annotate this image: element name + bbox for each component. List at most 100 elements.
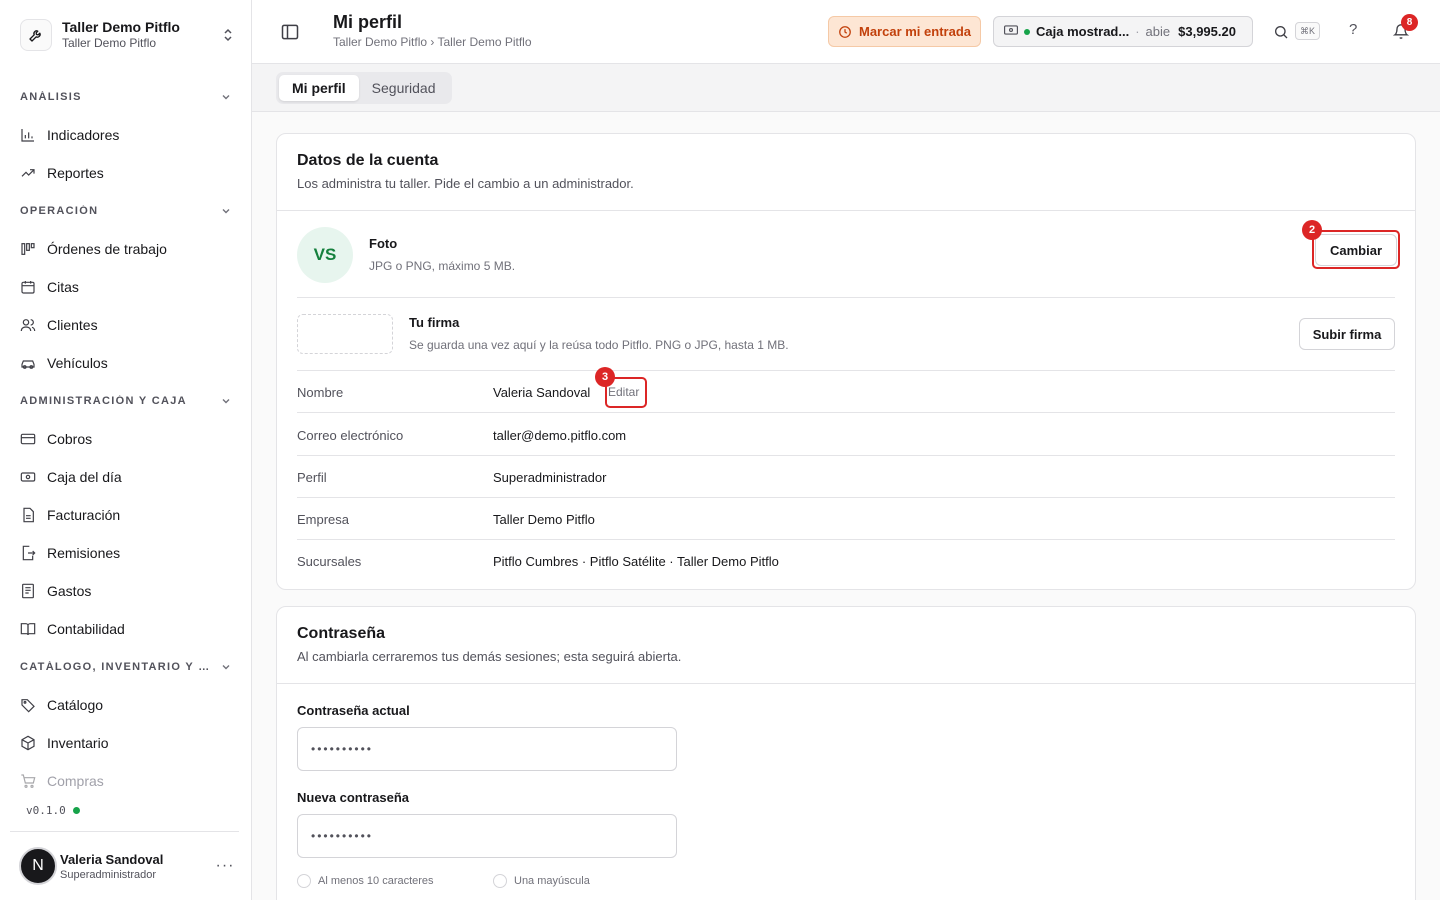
search-shortcut: ⌘K: [1295, 22, 1321, 40]
section-operacion[interactable]: OPERACIÓN: [0, 192, 251, 230]
sidebar: Taller Demo Pitflo Taller Demo Pitflo AN…: [0, 0, 252, 900]
field-label: Sucursales: [297, 554, 362, 569]
breadcrumb: Taller Demo Pitflo › Taller Demo Pitflo: [333, 35, 532, 49]
rule-text: Al menos 10 caracteres: [318, 875, 434, 887]
sidebar-item-label: Contabilidad: [47, 621, 125, 637]
sidebar-item-label: Caja del día: [47, 469, 122, 485]
field-row-correo: Correo electrónico taller@demo.pitflo.co…: [297, 414, 1395, 456]
credit-card-icon: [20, 431, 36, 447]
sidebar-item-ordenes[interactable]: Órdenes de trabajo: [0, 230, 251, 268]
receipt-icon: [20, 583, 36, 599]
clock-in-button[interactable]: Marcar mi entrada: [828, 16, 981, 47]
sidebar-item-caja[interactable]: Caja del día: [0, 458, 251, 496]
account-title: Datos de la cuenta: [297, 152, 439, 169]
field-label: Correo electrónico: [297, 428, 404, 443]
user-role: Superadministrador: [60, 868, 156, 881]
annotation-highlight: [1312, 230, 1400, 269]
section-administracion[interactable]: ADMINISTRACIÓN Y CAJA: [0, 382, 251, 420]
sidebar-item-clientes[interactable]: Clientes: [0, 306, 251, 344]
upload-signature-button[interactable]: Subir firma: [1299, 318, 1395, 350]
sidebar-item-label: Cobros: [47, 431, 93, 447]
field-row-perfil: Perfil Superadministrador: [297, 456, 1395, 498]
cash-state: abie: [1145, 24, 1171, 39]
avatar: VS: [297, 227, 353, 283]
kanban-icon: [20, 241, 36, 257]
sidebar-item-indicadores[interactable]: Indicadores: [0, 116, 251, 154]
tabs: Mi perfil Seguridad: [276, 72, 452, 104]
signature-title: Tu firma: [409, 315, 460, 330]
sidebar-item-label: Gastos: [47, 583, 92, 599]
photo-row: VS Foto JPG o PNG, máximo 5 MB. Cambiar …: [297, 220, 1400, 298]
tab-seguridad[interactable]: Seguridad: [359, 75, 449, 101]
sidebar-item-label: Citas: [47, 279, 79, 295]
photo-desc: JPG o PNG, máximo 5 MB.: [369, 259, 516, 273]
more-icon[interactable]: ···: [211, 857, 239, 875]
current-password-label: Contraseña actual: [297, 703, 410, 718]
sidebar-item-facturacion[interactable]: Facturación: [0, 496, 251, 534]
tab-bar: Mi perfil Seguridad: [252, 64, 1440, 112]
sidebar-item-remisiones[interactable]: Remisiones: [0, 534, 251, 572]
car-icon: [20, 355, 36, 371]
circle-icon: [297, 874, 311, 888]
sidebar-item-reportes[interactable]: Reportes: [0, 154, 251, 192]
field-value: Valeria Sandoval: [493, 385, 591, 400]
search-icon[interactable]: [1273, 24, 1289, 43]
circle-icon: [493, 874, 507, 888]
section-analisis[interactable]: ANÁLISIS: [0, 78, 251, 116]
cash-register-selector[interactable]: Caja mostrad... · abie $3,995.20: [993, 16, 1253, 47]
sidebar-item-label: Remisiones: [47, 545, 121, 561]
sidebar-toggle-icon[interactable]: [280, 22, 300, 42]
new-password-input[interactable]: ••••••••••: [297, 814, 677, 858]
trend-up-icon: [20, 165, 36, 181]
sidebar-item-label: Indicadores: [47, 127, 120, 143]
field-value: Superadministrador: [493, 470, 607, 485]
cart-icon: [20, 773, 36, 789]
sidebar-item-vehiculos[interactable]: Vehículos: [0, 344, 251, 382]
password-rule: Una mayúscula: [493, 874, 590, 888]
page-title: Mi perfil: [333, 12, 403, 32]
field-value: Pitflo Cumbres · Pitflo Satélite · Talle…: [493, 554, 779, 569]
tab-mi-perfil[interactable]: Mi perfil: [279, 75, 359, 101]
sidebar-item-catalogo[interactable]: Catálogo: [0, 686, 251, 724]
sidebar-item-cobros[interactable]: Cobros: [0, 420, 251, 458]
user-menu[interactable]: N Valeria Sandoval Superadministrador ··…: [10, 831, 239, 900]
sidebar-item-label: Compras: [47, 773, 104, 789]
photo-title: Foto: [369, 236, 398, 251]
calendar-icon: [20, 279, 36, 295]
field-value: Taller Demo Pitflo: [493, 512, 595, 527]
avatar: N: [19, 847, 57, 885]
sidebar-item-compras[interactable]: Compras: [0, 762, 251, 796]
account-card: Datos de la cuenta Los administra tu tal…: [276, 133, 1416, 590]
field-label: Perfil: [297, 470, 327, 485]
current-password-input[interactable]: ••••••••••: [297, 727, 677, 771]
section-label: ANÁLISIS: [20, 91, 82, 103]
wrench-icon: [20, 19, 52, 51]
file-text-icon: [20, 507, 36, 523]
status-dot: [1024, 28, 1030, 35]
cash-icon: [20, 469, 36, 485]
signature-desc: Se guarda una vez aquí y la reúsa todo P…: [409, 338, 789, 352]
password-desc: Al cambiarla cerraremos tus demás sesion…: [297, 649, 682, 664]
sidebar-item-inventario[interactable]: Inventario: [0, 724, 251, 762]
sidebar-item-contabilidad[interactable]: Contabilidad: [0, 610, 251, 648]
field-label: Empresa: [297, 512, 350, 527]
annotation-number: 3: [595, 367, 615, 387]
chevron-down-icon: [222, 399, 230, 404]
cash-separator: ·: [1135, 24, 1140, 39]
section-catalogo[interactable]: CATÁLOGO, INVENTARIO Y CO...: [0, 648, 251, 686]
section-label: OPERACIÓN: [20, 205, 99, 217]
top-bar: Mi perfil Taller Demo Pitflo › Taller De…: [252, 0, 1440, 64]
clock-icon: [838, 25, 852, 39]
sidebar-item-label: Órdenes de trabajo: [47, 241, 167, 257]
sidebar-item-citas[interactable]: Citas: [0, 268, 251, 306]
sidebar-item-label: Inventario: [47, 735, 109, 751]
rule-text: Una mayúscula: [514, 875, 590, 887]
password-card: Contraseña Al cambiarla cerraremos tus d…: [276, 606, 1416, 900]
sidebar-item-gastos[interactable]: Gastos: [0, 572, 251, 610]
account-desc: Los administra tu taller. Pide el cambio…: [297, 176, 634, 191]
tags-icon: [20, 697, 36, 713]
status-dot: [72, 807, 80, 814]
org-switcher[interactable]: Taller Demo Pitflo Taller Demo Pitflo: [20, 17, 236, 53]
field-label: Nombre: [297, 385, 344, 400]
help-icon[interactable]: ?: [1349, 21, 1357, 38]
